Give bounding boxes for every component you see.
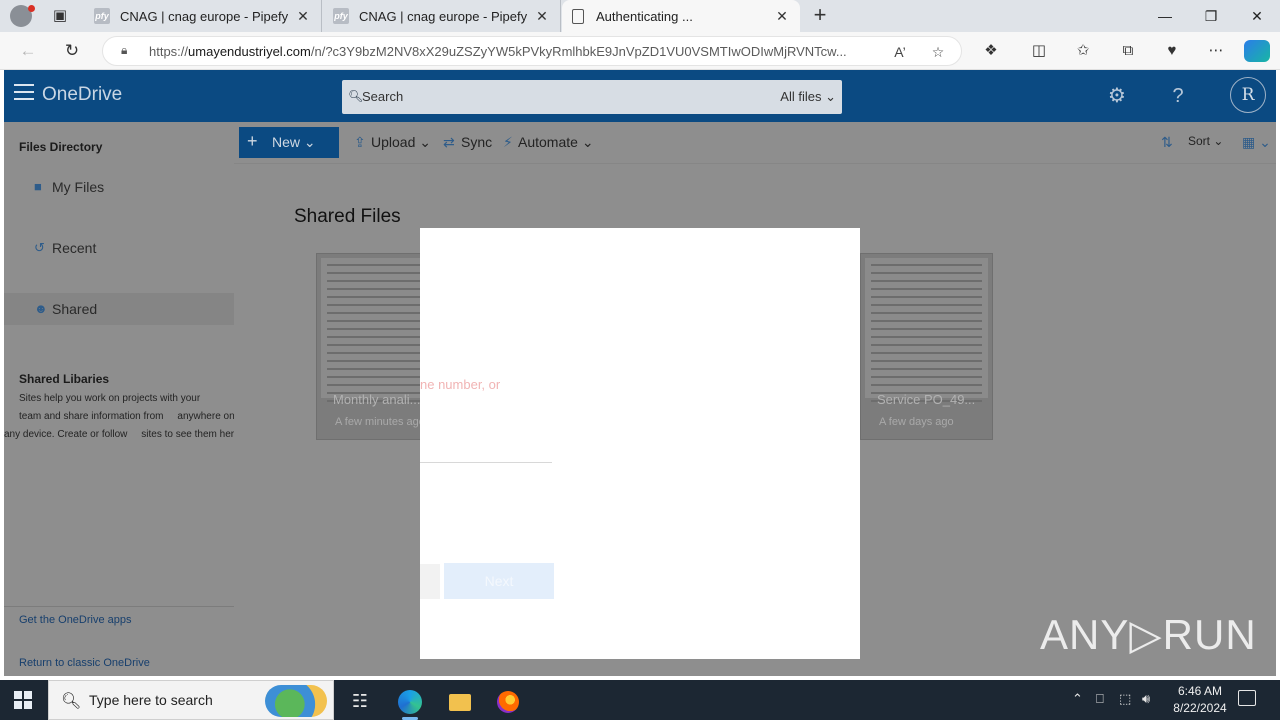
upload-button[interactable]: Upload ⌄ bbox=[371, 134, 431, 151]
split-screen-icon[interactable]: ◫ bbox=[1026, 39, 1052, 63]
sync-button[interactable]: Sync bbox=[461, 134, 492, 150]
taskbar-clock[interactable]: 6:46 AM 8/22/2024 bbox=[1160, 683, 1240, 717]
restore-icon[interactable]: ❐ bbox=[1188, 0, 1234, 32]
close-tab-icon[interactable]: ✕ bbox=[774, 8, 790, 25]
back-button[interactable] bbox=[420, 564, 440, 599]
taskbar-search-input[interactable]: 🔍︎ Type here to search bbox=[48, 680, 334, 720]
collections-icon[interactable]: ⧉ bbox=[1115, 39, 1141, 63]
screen: ▣ pfy CNAG | cnag europe - Pipefy ✕ pfy … bbox=[0, 0, 1280, 720]
more-menu-icon[interactable]: ⋯ bbox=[1203, 39, 1229, 63]
search-highlight-icon bbox=[265, 685, 327, 717]
help-icon[interactable]: ? bbox=[1164, 82, 1192, 110]
browser-essentials-icon[interactable]: ♥ bbox=[1159, 39, 1185, 63]
sync-icon: ⇄ bbox=[443, 134, 455, 150]
search-scope-dropdown[interactable]: All files ⌄ bbox=[780, 89, 836, 105]
command-bar: + New ⌄ ⇪ Upload ⌄ ⇄ Sync ⚡︎ Automate ⌄ … bbox=[234, 122, 1276, 164]
favorites-icon[interactable]: ✩ bbox=[1070, 39, 1096, 63]
browser-tab-2[interactable]: pfy CNAG | cnag europe - Pipefy ✕ bbox=[323, 0, 561, 32]
windows-taskbar: 🔍︎ Type here to search ☷ ⌃ ⎕ ⬚ 🔊︎ 6:46 A… bbox=[0, 680, 1280, 720]
task-view-icon[interactable]: ☷ bbox=[340, 684, 380, 720]
sign-in-dialog: ne number, or Next bbox=[420, 228, 860, 659]
close-window-icon[interactable]: ✕ bbox=[1234, 0, 1280, 32]
email-field-underline bbox=[420, 462, 552, 463]
classic-onedrive-link[interactable]: Return to classic OneDrive bbox=[19, 657, 150, 669]
sort-icon: ⇅ bbox=[1161, 134, 1173, 150]
next-button[interactable]: Next bbox=[444, 563, 554, 599]
search-input[interactable]: 🔍︎ Search All files ⌄ bbox=[342, 80, 842, 114]
url-text[interactable]: https://umayendustriyel.com/n/?c3Y9bzM2N… bbox=[149, 44, 889, 59]
browser-tab-1[interactable]: pfy CNAG | cnag europe - Pipefy ✕ bbox=[84, 0, 322, 32]
pipefy-favicon-icon: pfy bbox=[94, 8, 110, 24]
browser-tab-strip: ▣ pfy CNAG | cnag europe - Pipefy ✕ pfy … bbox=[0, 0, 1280, 32]
people-icon: ☻ bbox=[34, 301, 48, 316]
search-placeholder: Search bbox=[362, 89, 404, 104]
folder-icon: ■ bbox=[34, 179, 42, 194]
page-title: Shared Files bbox=[294, 206, 401, 227]
taskbar-search-placeholder: Type here to search bbox=[89, 692, 213, 708]
search-icon: 🔍︎ bbox=[348, 89, 364, 103]
divider bbox=[4, 606, 234, 607]
read-aloud-icon[interactable]: A’ bbox=[889, 41, 911, 63]
view-options-icon[interactable]: ▦ ⌄ bbox=[1242, 134, 1271, 151]
gear-icon[interactable]: ⚙ bbox=[1103, 82, 1131, 110]
search-icon: 🔍︎ bbox=[61, 693, 82, 710]
hamburger-menu-icon[interactable] bbox=[14, 84, 34, 102]
minimize-icon[interactable]: — bbox=[1142, 0, 1188, 32]
automate-icon: ⚡︎ bbox=[503, 134, 513, 150]
favorite-star-icon[interactable]: ☆ bbox=[927, 41, 949, 63]
file-thumbnail bbox=[865, 258, 988, 402]
network-icon[interactable]: ⬚ bbox=[1119, 691, 1131, 707]
browser-toolbar: ← ↻ 🔒︎ https://umayendustriyel.com/n/?c3… bbox=[0, 32, 1280, 70]
tray-overflow-icon[interactable]: ⌃ bbox=[1072, 691, 1083, 707]
avatar[interactable]: R bbox=[1230, 77, 1266, 113]
profile-notification-dot bbox=[28, 5, 35, 12]
get-apps-link[interactable]: Get the OneDrive apps bbox=[19, 614, 132, 626]
file-explorer-icon[interactable] bbox=[440, 684, 480, 720]
history-icon: ↺ bbox=[34, 240, 45, 255]
lock-icon[interactable]: 🔒︎ bbox=[121, 43, 137, 59]
back-icon[interactable]: ← bbox=[16, 39, 40, 63]
file-time: A few days ago bbox=[879, 416, 954, 428]
windows-start-icon[interactable] bbox=[14, 691, 32, 709]
close-tab-icon[interactable]: ✕ bbox=[534, 8, 550, 25]
email-field-placeholder[interactable]: ne number, or bbox=[420, 377, 500, 392]
notifications-icon[interactable] bbox=[1238, 690, 1256, 706]
firefox-icon[interactable] bbox=[488, 684, 528, 720]
sort-button[interactable]: Sort ⌄ bbox=[1188, 134, 1223, 148]
upload-icon: ⇪ bbox=[354, 134, 366, 150]
file-card[interactable]: Service PO_49... A few days ago bbox=[860, 253, 993, 440]
tab-title: Authenticating ... bbox=[596, 8, 693, 24]
left-navigation: Files Directory ■ My Files ↺ Recent ☻ Sh… bbox=[4, 122, 243, 676]
extensions-icon[interactable]: ❖ bbox=[978, 39, 1004, 63]
tab-actions-icon[interactable]: ▣ bbox=[50, 6, 70, 26]
copilot-icon[interactable] bbox=[1244, 40, 1270, 62]
tab-title: CNAG | cnag europe - Pipefy bbox=[359, 8, 528, 24]
plus-icon: + bbox=[247, 131, 258, 151]
new-button[interactable]: + New ⌄ bbox=[239, 127, 339, 158]
automate-button[interactable]: Automate ⌄ bbox=[518, 134, 594, 151]
shared-libraries-heading: Shared Libaries bbox=[19, 372, 110, 386]
page-icon bbox=[572, 8, 584, 24]
anyrun-watermark: ANY▷RUN bbox=[1040, 611, 1257, 658]
sidebar-item-shared[interactable]: ☻ Shared bbox=[4, 293, 234, 325]
address-bar[interactable]: 🔒︎ https://umayendustriyel.com/n/?c3Y9bz… bbox=[102, 36, 962, 66]
sidebar-item-recent[interactable]: ↺ Recent bbox=[4, 232, 234, 264]
pipefy-favicon-icon: pfy bbox=[333, 8, 349, 24]
sidebar-item-my-files[interactable]: ■ My Files bbox=[4, 171, 234, 203]
files-directory-heading: Files Directory bbox=[19, 140, 103, 154]
file-name: Service PO_49... bbox=[877, 392, 976, 407]
close-tab-icon[interactable]: ✕ bbox=[295, 8, 311, 25]
shared-libraries-description: Sites help you work on projects with you… bbox=[4, 393, 243, 440]
tab-title: CNAG | cnag europe - Pipefy bbox=[120, 8, 289, 24]
volume-icon[interactable]: 🔊︎ bbox=[1142, 691, 1150, 707]
new-tab-icon[interactable]: + bbox=[808, 4, 832, 28]
onedrive-header: OneDrive 🔍︎ Search All files ⌄ ⚙ ? R bbox=[4, 70, 1276, 122]
onedrive-brand[interactable]: OneDrive bbox=[42, 84, 122, 106]
browser-tab-3-active[interactable]: Authenticating ... ✕ bbox=[562, 0, 800, 32]
refresh-icon[interactable]: ↻ bbox=[60, 39, 84, 63]
edge-taskbar-icon[interactable] bbox=[390, 684, 430, 720]
device-icon[interactable]: ⎕ bbox=[1096, 691, 1104, 707]
